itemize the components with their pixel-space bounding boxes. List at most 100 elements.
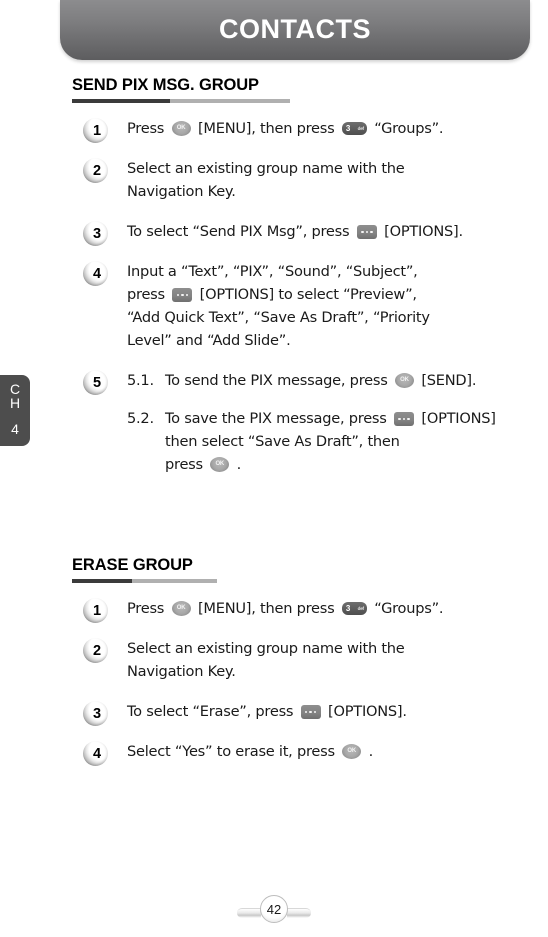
step-text: Press OK [MENU], then press 3 def “Groups… — [127, 117, 542, 140]
substep-item: 5.1. To send the PIX message, press OK [S… — [127, 369, 542, 392]
step-text-line: press OK . — [165, 456, 241, 473]
step-text-fragment: [OPTIONS]. — [379, 223, 463, 240]
step-text-fragment: [OPTIONS]. — [323, 703, 407, 720]
step-list: 1 Press OK [MENU], then press 3 def “Group… — [72, 597, 542, 766]
options-dot — [309, 710, 312, 714]
section-underline-light — [170, 99, 290, 103]
step-text-fragment: [OPTIONS] to select “Preview”, — [195, 286, 417, 303]
step-text-line: press [OPTIONS] to select “Preview”, — [127, 283, 542, 306]
ok-key-icon[interactable]: OK — [394, 373, 414, 388]
substep-item: 5.2. To save the PIX message, press [OPTI… — [127, 407, 542, 476]
step-text-fragment: [OPTIONS] — [417, 410, 496, 427]
page-title: CONTACTS — [219, 14, 371, 44]
ok-key-label: OK — [176, 605, 186, 611]
step-text-fragment: To select “Send PIX Msg”, press — [127, 223, 354, 240]
options-dot — [407, 417, 410, 421]
step-text-line: To send the PIX message, press OK [SEND]… — [165, 372, 477, 389]
options-dots — [357, 225, 377, 239]
ok-key-icon[interactable]: OK — [210, 457, 230, 472]
step-number-badge: 2 — [83, 638, 108, 663]
options-dot — [365, 230, 369, 234]
numeric-key-letters: def — [357, 126, 365, 131]
step-item: 4 Select “Yes” to erase it, press OK . — [72, 740, 542, 766]
ok-key-icon[interactable]: OK — [171, 601, 191, 616]
step-item: 5 5.1. To send the PIX message, press OK [… — [72, 369, 542, 476]
numeric-key-3-def-icon[interactable]: 3 def — [341, 122, 367, 135]
chapter-tab: C H 4 — [0, 375, 30, 446]
ok-key-icon[interactable]: OK — [342, 744, 362, 759]
step-text-line: Select an existing group name with the — [127, 157, 542, 180]
step-text-fragment: Input a “Text”, “PIX”, “Sound”, “Subject… — [127, 263, 418, 280]
step-number-badge: 1 — [83, 118, 108, 143]
step-text-fragment: press — [165, 456, 208, 473]
page-footer: 42 — [0, 893, 548, 925]
step-item: 1 Press OK [MENU], then press 3 def “Group… — [72, 117, 542, 143]
step-text-line: Press OK [MENU], then press 3 def “Groups… — [127, 597, 542, 620]
section-underline — [72, 99, 290, 103]
step-item: 4 Input a “Text”, “PIX”, “Sound”, “Subjec… — [72, 260, 542, 352]
step-text: 5.1. To send the PIX message, press OK [S… — [127, 369, 542, 476]
options-key-icon[interactable] — [356, 225, 377, 239]
step-text-fragment: Select an existing group name with the — [127, 640, 405, 657]
step-text: Select an existing group name with the Na… — [127, 637, 542, 683]
step-text-fragment: “Add Quick Text”, “Save As Draft”, “Prio… — [127, 309, 430, 326]
step-number: 5 — [92, 374, 102, 391]
section-underline-light — [132, 579, 217, 583]
ok-key-label: OK — [400, 377, 409, 383]
options-dot — [181, 293, 184, 297]
step-text-fragment: then select “Save As Draft”, then — [165, 433, 400, 450]
options-dot — [176, 293, 180, 297]
step-number: 4 — [92, 265, 102, 282]
step-text-line: To save the PIX message, press [OPTIONS] — [165, 410, 496, 427]
options-dot — [361, 230, 364, 234]
page-ornament-wing-right — [287, 908, 311, 918]
page-number-badge: 42 — [260, 895, 288, 923]
step-list: 1 Press OK [MENU], then press 3 def “Group… — [72, 117, 542, 476]
step-text-fragment: Select “Yes” to erase it, press — [127, 743, 340, 760]
section-underline-dark — [72, 579, 132, 583]
step-number-badge: 3 — [83, 701, 108, 726]
step-text: Press OK [MENU], then press 3 def “Groups… — [127, 597, 542, 620]
step-text-fragment: . — [232, 456, 242, 473]
options-key-icon[interactable] — [172, 288, 193, 302]
options-key-icon[interactable] — [300, 705, 321, 719]
step-number: 1 — [92, 122, 102, 139]
numeric-key-3-def-icon[interactable]: 3 def — [341, 602, 367, 615]
step-text-line: Select an existing group name with the — [127, 637, 542, 660]
options-key-icon[interactable] — [394, 412, 415, 426]
step-item: 3 To select “Send PIX Msg”, press [OPTION… — [72, 220, 542, 246]
step-item: 1 Press OK [MENU], then press 3 def “Group… — [72, 597, 542, 623]
step-number-badge: 1 — [83, 598, 108, 623]
options-dot — [370, 230, 373, 234]
step-text-line: “Add Quick Text”, “Save As Draft”, “Prio… — [127, 306, 542, 329]
step-number-badge: 5 — [83, 370, 108, 395]
step-text-fragment: Navigation Key. — [127, 663, 236, 680]
step-text-line: Press OK [MENU], then press 3 def “Groups… — [127, 117, 542, 140]
step-text-fragment: To send the PIX message, press — [165, 372, 392, 389]
step-number-badge: 4 — [83, 741, 108, 766]
step-number-badge: 2 — [83, 158, 108, 183]
ok-key-label: OK — [176, 125, 186, 131]
substep-label: 5.2. — [127, 410, 154, 427]
options-dots — [301, 705, 321, 719]
chapter-tab-letter-c: C — [9, 381, 21, 397]
section-erase-group: ERASE GROUP 1 Press OK [MENU], then press… — [72, 556, 542, 780]
numeric-key-digit: 3 — [345, 124, 351, 133]
step-text: Select an existing group name with the Na… — [127, 157, 542, 203]
step-text: To select “Send PIX Msg”, press [OPTIONS… — [127, 220, 542, 243]
step-text-fragment: [MENU], then press — [193, 120, 339, 137]
ok-key-label: OK — [215, 461, 225, 467]
step-text-line: Select “Yes” to erase it, press OK . — [127, 740, 542, 763]
chapter-tab-letter-h: H — [9, 395, 21, 411]
step-number: 2 — [92, 642, 102, 659]
step-text-fragment: Press — [127, 120, 169, 137]
options-dot — [304, 710, 308, 714]
numeric-key-letters: def — [357, 606, 365, 611]
step-text-fragment: press — [127, 286, 170, 303]
options-dots — [394, 412, 414, 426]
ok-key-label: OK — [347, 748, 357, 754]
step-number-badge: 3 — [83, 221, 108, 246]
ok-key-icon[interactable]: OK — [171, 121, 191, 136]
step-text-line: Navigation Key. — [127, 180, 542, 203]
page-ornament-wing-left — [237, 908, 261, 918]
